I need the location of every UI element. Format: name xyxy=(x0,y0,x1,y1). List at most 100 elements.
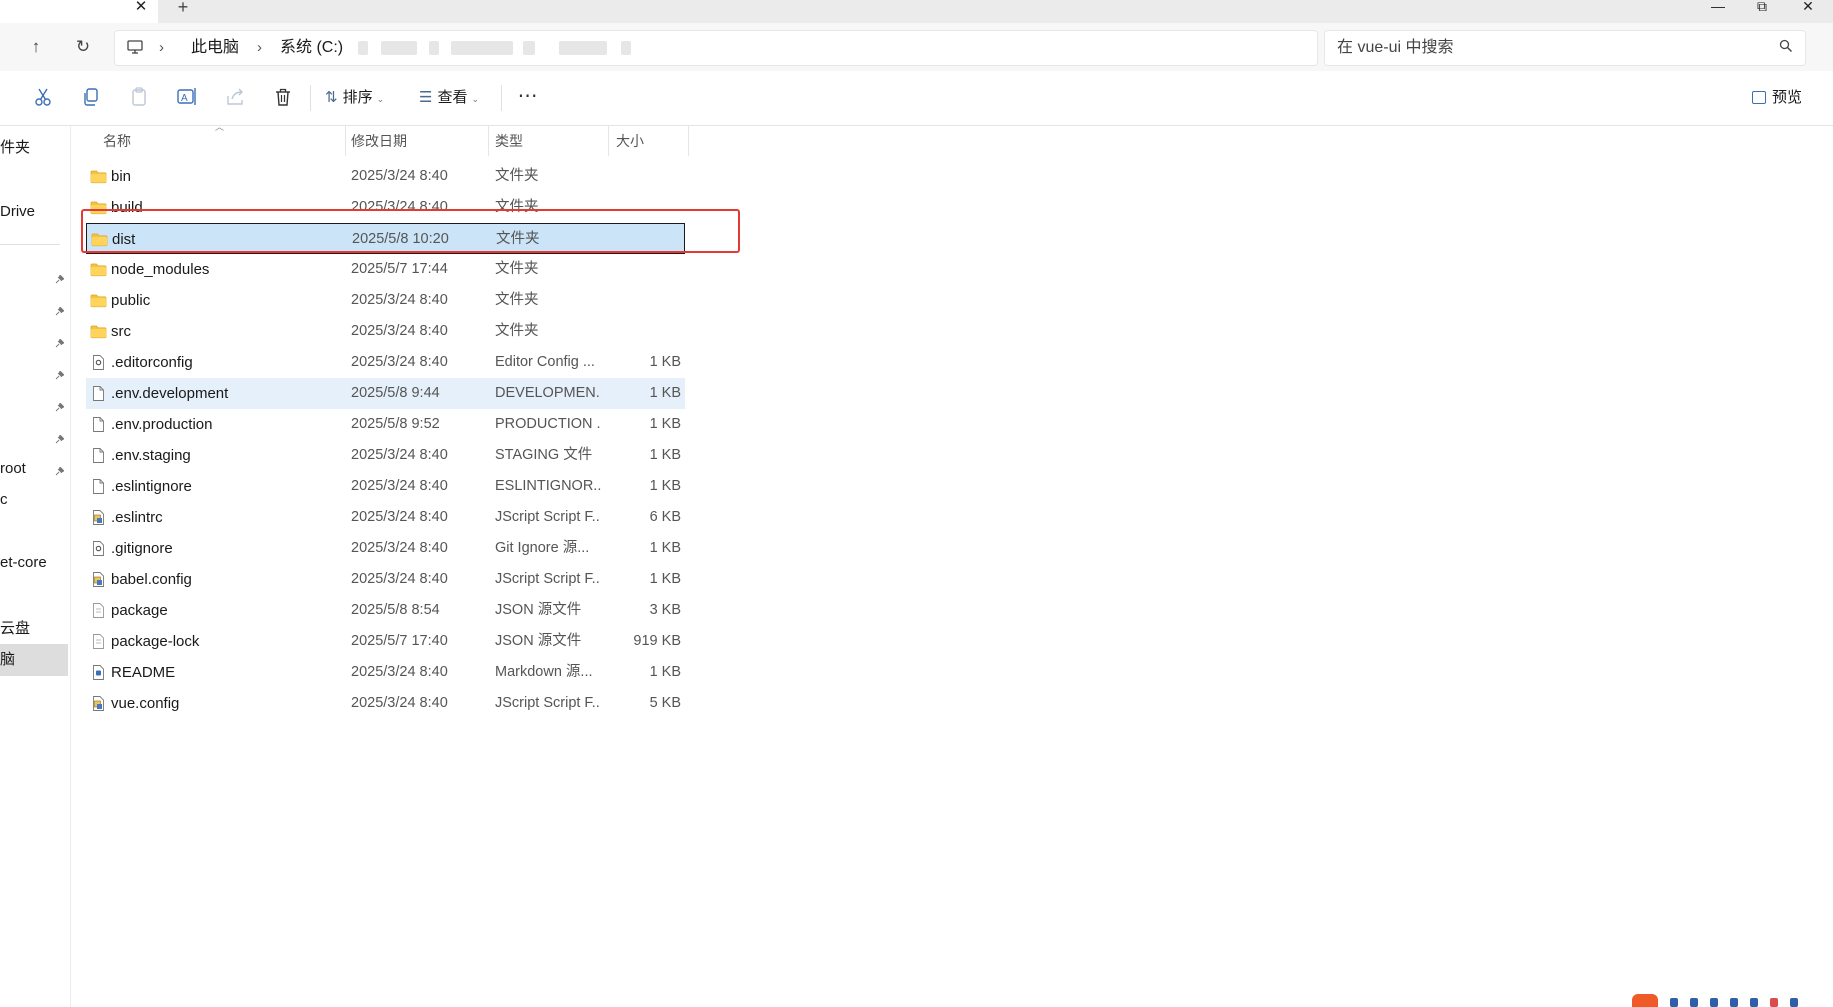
file-row[interactable]: public 2025/3/24 8:40 文件夹 xyxy=(86,285,685,316)
rename-icon[interactable]: A xyxy=(174,84,200,110)
tray-icon[interactable] xyxy=(1710,998,1718,1007)
file-row[interactable]: src 2025/3/24 8:40 文件夹 xyxy=(86,316,685,347)
sidebar-item-folders[interactable]: 件夹 xyxy=(0,133,30,163)
app-logo-icon xyxy=(1632,994,1658,1007)
address-row: ↑ ↻ › 此电脑 › 系统 (C:) xyxy=(0,23,1833,71)
file-row[interactable]: package 2025/5/8 8:54 JSON 源文件 3 KB xyxy=(86,595,685,626)
file-row[interactable]: .gitignore 2025/3/24 8:40 Git Ignore 源... 1… xyxy=(86,533,685,564)
cut-icon[interactable] xyxy=(30,84,56,110)
file-row[interactable]: babel.config 2025/3/24 8:40 JScript Script… xyxy=(86,564,685,595)
new-tab-button[interactable]: + xyxy=(172,0,194,18)
file-name: package xyxy=(111,602,168,619)
file-modified-date: 2025/3/24 8:40 xyxy=(351,354,448,370)
file-type: 文件夹 xyxy=(495,168,539,184)
sort-dropdown[interactable]: ⇅ 排序 ⌄ xyxy=(325,84,384,112)
breadcrumb-system-c[interactable]: 系统 (C:) xyxy=(280,31,343,65)
redacted-path xyxy=(381,41,417,55)
file-row[interactable]: .eslintignore 2025/3/24 8:40 ESLINTIGNOR..… xyxy=(86,471,685,502)
delete-icon[interactable] xyxy=(270,84,296,110)
file-modified-date: 2025/3/24 8:40 xyxy=(351,447,448,463)
command-bar: A ⇅ 排序 ⌄ ☰ 查看 ⌄ ⋯ 预览 xyxy=(0,71,1833,126)
file-row[interactable]: node_modules 2025/5/7 17:44 文件夹 xyxy=(86,254,685,285)
file-name: vue.config xyxy=(111,695,180,712)
file-row[interactable]: .env.production 2025/5/8 9:52 PRODUCTION .… xyxy=(86,409,685,440)
breadcrumb-chevron[interactable]: › xyxy=(159,31,164,65)
sort-icon: ⇅ xyxy=(325,89,338,106)
up-button[interactable]: ↑ xyxy=(22,33,50,61)
preview-button[interactable]: 预览 xyxy=(1752,84,1802,112)
column-header-name[interactable]: 名称 xyxy=(103,126,131,156)
column-header-size[interactable]: 大小 xyxy=(616,126,644,156)
file-row[interactable]: README 2025/3/24 8:40 Markdown 源... 1 KB xyxy=(86,657,685,688)
address-bar[interactable]: › 此电脑 › 系统 (C:) xyxy=(114,30,1318,66)
view-icon: ☰ xyxy=(419,89,433,106)
tab-close-button[interactable]: ✕ xyxy=(131,0,151,18)
sidebar-item-c[interactable]: c xyxy=(0,485,8,515)
redacted-path xyxy=(523,41,535,55)
column-header-date[interactable]: 修改日期 xyxy=(351,126,407,156)
file-row[interactable]: vue.config 2025/3/24 8:40 JScript Script F… xyxy=(86,688,685,719)
more-options-button[interactable]: ⋯ xyxy=(514,84,542,112)
breadcrumb-this-pc[interactable]: 此电脑 xyxy=(191,31,239,65)
file-size: 1 KB xyxy=(649,540,681,556)
pin-icon xyxy=(55,303,65,316)
file-row[interactable]: package-lock 2025/5/7 17:40 JSON 源文件 919 KB xyxy=(86,626,685,657)
file-size: 1 KB xyxy=(649,447,681,463)
file-modified-date: 2025/5/8 9:44 xyxy=(351,385,440,401)
computer-icon xyxy=(127,40,143,54)
file-row[interactable]: .eslintrc 2025/3/24 8:40 JScript Script F.… xyxy=(86,502,685,533)
search-input[interactable] xyxy=(1337,37,1757,59)
navigation-pane: 件夹 Drive root c et-core 云盘 脑 xyxy=(0,126,71,1007)
restore-button[interactable]: ⧉ xyxy=(1742,0,1782,18)
file-name: src xyxy=(111,323,131,340)
tab-current[interactable]: ✕ xyxy=(0,0,158,23)
file-row[interactable]: bin 2025/3/24 8:40 文件夹 xyxy=(86,161,685,192)
sidebar-item-onedrive[interactable]: Drive xyxy=(0,197,35,227)
window-close-button[interactable]: ✕ xyxy=(1788,0,1828,18)
sort-label: 排序 xyxy=(342,89,373,106)
folder-icon xyxy=(90,324,107,339)
column-divider[interactable] xyxy=(608,126,609,156)
tray-icon[interactable] xyxy=(1770,998,1778,1007)
copy-icon[interactable] xyxy=(78,84,104,110)
column-header-type[interactable]: 类型 xyxy=(495,126,523,156)
file-row[interactable]: .env.development 2025/5/8 9:44 DEVELOPMEN.… xyxy=(86,378,685,409)
tray-icon[interactable] xyxy=(1670,998,1678,1007)
file-type: ESLINTIGNOR... xyxy=(495,478,601,494)
minimize-button[interactable]: — xyxy=(1698,0,1738,18)
column-divider[interactable] xyxy=(345,126,346,156)
refresh-button[interactable]: ↻ xyxy=(69,33,97,61)
file-icon xyxy=(90,448,107,463)
search-box[interactable] xyxy=(1324,30,1806,66)
sidebar-item-et-core[interactable]: et-core xyxy=(0,548,47,578)
svg-text:A: A xyxy=(181,93,188,104)
share-icon[interactable] xyxy=(222,84,248,110)
sidebar-item-root[interactable]: root xyxy=(0,454,26,484)
file-size: 1 KB xyxy=(649,354,681,370)
file-size xyxy=(601,316,681,347)
sidebar-item-cloud-drive[interactable]: 云盘 xyxy=(0,614,30,644)
file-type: Git Ignore 源... xyxy=(495,540,590,556)
sidebar-item-this-pc[interactable]: 脑 xyxy=(0,645,15,675)
view-dropdown[interactable]: ☰ 查看 ⌄ xyxy=(419,84,479,112)
file-row[interactable]: .editorconfig 2025/3/24 8:40 Editor Config… xyxy=(86,347,685,378)
file-type: 文件夹 xyxy=(495,261,539,277)
pin-icon xyxy=(55,335,65,348)
column-divider[interactable] xyxy=(488,126,489,156)
file-modified-date: 2025/3/24 8:40 xyxy=(351,323,448,339)
tray-icon[interactable] xyxy=(1750,998,1758,1007)
file-size: 1 KB xyxy=(649,664,681,680)
file-row[interactable]: .env.staging 2025/3/24 8:40 STAGING 文件 1 KB xyxy=(86,440,685,471)
file-icon xyxy=(90,417,107,432)
search-icon[interactable] xyxy=(1779,39,1795,55)
breadcrumb-chevron[interactable]: › xyxy=(257,31,262,65)
tray-icon[interactable] xyxy=(1790,998,1798,1007)
json-file-icon xyxy=(90,603,107,618)
file-size xyxy=(601,254,681,285)
tray-icon[interactable] xyxy=(1730,998,1738,1007)
column-divider[interactable] xyxy=(688,126,689,156)
paste-icon[interactable] xyxy=(126,84,152,110)
tray-icon[interactable] xyxy=(1690,998,1698,1007)
annotation-highlight-box xyxy=(81,209,740,253)
file-size: 5 KB xyxy=(649,695,681,711)
